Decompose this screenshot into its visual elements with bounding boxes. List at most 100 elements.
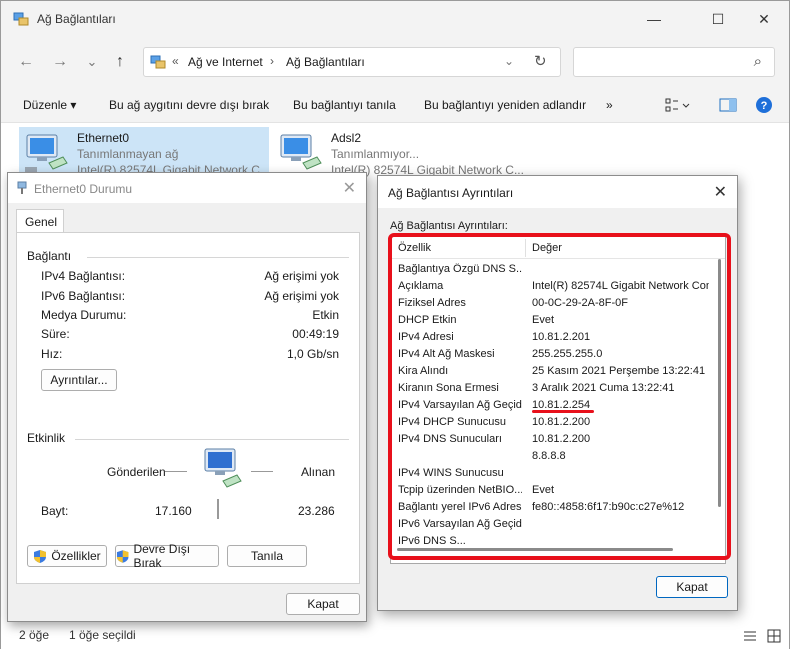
table-row[interactable]: 8.8.8.8 [391, 449, 709, 466]
network-adapter-icon [25, 134, 68, 173]
details-list-label: Ağ Bağlantısı Ayrıntıları: [390, 220, 508, 232]
property-cell: IPv4 DHCP Sunucusu [398, 416, 507, 428]
bytes-sent-value: 17.160 [155, 504, 192, 518]
back-arrow-icon[interactable]: ← [15, 51, 37, 73]
value-cell: 00-0C-29-2A-8F-0F [532, 297, 628, 309]
help-icon[interactable]: ? [755, 96, 773, 114]
forward-arrow-icon[interactable]: → [49, 51, 71, 73]
value-cell: 10.81.2.200 [532, 433, 591, 445]
details-list[interactable]: Özellik Değer Bağlantıya Özgü DNS S... Aç… [390, 236, 726, 564]
dropdown-chevron-icon[interactable]: ⌄ [504, 54, 514, 68]
table-row[interactable]: IPv4 DHCP Sunucusu 10.81.2.200 [391, 415, 709, 432]
table-row[interactable]: Bağlantıya Özgü DNS S... [391, 262, 709, 279]
value-cell: 25 Kasım 2021 Perşembe 13:22:41 [532, 365, 706, 377]
close-button[interactable]: ✕ [741, 5, 787, 33]
property-cell: IPv4 Adresi [398, 331, 454, 343]
status-bar: 2 öğe 1 öğe seçildi [1, 623, 789, 649]
search-icon[interactable]: ⌕ [754, 53, 762, 70]
property-cell: IPv4 WINS Sunucusu [398, 467, 504, 479]
duration-value: 00:49:19 [292, 327, 339, 341]
speed-value: 1,0 Gb/sn [286, 347, 339, 361]
property-cell: Bağlantı yerel IPv6 Adresi [398, 501, 522, 513]
tab-general[interactable]: Genel [16, 209, 64, 233]
close-icon[interactable]: ✕ [714, 182, 727, 202]
media-state-label: Medya Durumu: [41, 308, 127, 322]
value-cell: 3 Aralık 2021 Cuma 13:22:41 [532, 382, 675, 394]
media-state-value: Etkin [312, 308, 339, 322]
close-status-button[interactable]: Kapat [286, 593, 360, 615]
properties-button[interactable]: Özellikler [27, 545, 107, 567]
duration-label: Süre: [41, 327, 70, 341]
close-details-button[interactable]: Kapat [656, 576, 728, 598]
table-row[interactable]: IPv4 Alt Ağ Maskesi 255.255.255.0 [391, 347, 709, 364]
list-header: Özellik Değer [391, 237, 725, 259]
diagnose-button[interactable]: Tanıla [227, 545, 307, 567]
property-cell: Tcpip üzerinden NetBIO... [398, 484, 522, 496]
breadcrumb-network-connections[interactable]: Ağ Bağlantıları [286, 55, 365, 69]
disable-device-button[interactable]: Bu ağ aygıtını devre dışı bırak [109, 98, 269, 112]
connection-group-label: Bağlantı [27, 249, 72, 263]
view-options-icon[interactable] [665, 97, 691, 113]
table-row[interactable]: Kira Alındı 25 Kasım 2021 Perşembe 13:22:… [391, 364, 709, 381]
rename-connection-button[interactable]: Bu bağlantıyı yeniden adlandır [424, 98, 586, 112]
network-status-icon [17, 181, 27, 194]
value-cell: 10.81.2.201 [532, 331, 591, 343]
breadcrumb-network-internet[interactable]: Ağ ve Internet [188, 55, 263, 69]
address-bar[interactable]: « Ağ ve Internet › Ağ Bağlantıları ⌄ ↻ [143, 47, 561, 77]
column-header-value[interactable]: Değer [532, 242, 562, 254]
property-cell: Fiziksel Adres [398, 297, 466, 309]
table-row[interactable]: Bağlantı yerel IPv6 Adresi fe80::4858:6f1… [391, 500, 709, 517]
property-cell: Kira Alındı [398, 365, 449, 377]
item-count: 2 öğe [19, 628, 50, 642]
details-view-icon[interactable] [743, 629, 757, 643]
table-row[interactable]: Tcpip üzerinden NetBIO... Evet [391, 483, 709, 500]
column-header-property[interactable]: Özellik [398, 242, 431, 254]
command-bar: Düzenle ▾ Bu ağ aygıtını devre dışı bıra… [1, 87, 789, 123]
divider [87, 257, 349, 258]
table-row[interactable]: IPv4 DNS Sunucuları 10.81.2.200 [391, 432, 709, 449]
table-row[interactable]: Kiranın Sona Ermesi 3 Aralık 2021 Cuma 13… [391, 381, 709, 398]
dialog-title: Ethernet0 Durumu [34, 182, 133, 196]
table-row[interactable]: Fiziksel Adres 00-0C-29-2A-8F-0F [391, 296, 709, 313]
table-row[interactable]: IPv4 Adresi 10.81.2.201 [391, 330, 709, 347]
preview-pane-icon[interactable] [719, 97, 737, 113]
value-cell: 10.81.2.200 [532, 416, 591, 428]
minimize-button[interactable]: — [631, 5, 677, 33]
dialog-title: Ağ Bağlantısı Ayrıntıları [388, 186, 514, 200]
value-cell: fe80::4858:6f17:b90c:c27e%12 [532, 501, 685, 513]
network-activity-icon [204, 448, 242, 488]
chevrons-icon[interactable]: « [172, 54, 179, 68]
disable-button-label: Devre Dışı Bırak [133, 542, 191, 570]
activity-group-label: Etkinlik [27, 431, 66, 445]
horizontal-scrollbar[interactable] [397, 548, 673, 551]
more-commands-button[interactable]: » [606, 98, 613, 112]
property-cell: IPv6 DNS S... [398, 535, 466, 547]
recent-locations-icon[interactable]: ⌄ [81, 51, 103, 73]
value-cell: 255.255.255.0 [532, 348, 603, 360]
details-button[interactable]: Ayrıntılar... [41, 369, 117, 391]
table-row[interactable]: IPv4 WINS Sunucusu [391, 466, 709, 483]
ethernet-status-dialog: Ethernet0 Durumu ✕ Genel Bağlantı IPv4 B… [7, 172, 367, 622]
diagnose-connection-button[interactable]: Bu bağlantıyı tanıla [293, 98, 396, 112]
received-label: Alınan [301, 465, 336, 479]
organize-menu[interactable]: Düzenle ▾ [23, 98, 76, 112]
table-row[interactable]: DHCP Etkin Evet [391, 313, 709, 330]
refresh-icon[interactable]: ↻ [534, 52, 547, 70]
sent-label: Gönderilen [107, 465, 166, 479]
connection-details-dialog: Ağ Bağlantısı Ayrıntıları ✕ Ağ Bağlantıs… [377, 175, 738, 611]
disable-button[interactable]: Devre Dışı Bırak [115, 542, 219, 570]
large-icons-view-icon[interactable] [767, 629, 781, 643]
ipv4-connection-label: IPv4 Bağlantısı: [41, 269, 126, 283]
dialog-title-bar: Ethernet0 Durumu ✕ [8, 173, 366, 203]
ipv6-connection-label: IPv6 Bağlantısı: [41, 289, 126, 303]
table-row[interactable]: IPv6 Varsayılan Ağ Geçidi [391, 517, 709, 534]
table-row[interactable]: Açıklama Intel(R) 82574L Gigabit Network … [391, 279, 709, 296]
vertical-scrollbar[interactable] [718, 259, 721, 507]
column-divider[interactable] [525, 239, 526, 257]
up-arrow-icon[interactable]: ↑ [109, 51, 131, 73]
maximize-button[interactable]: ☐ [695, 5, 741, 33]
search-input[interactable]: ⌕ [573, 47, 775, 77]
gateway-underline [532, 410, 594, 413]
close-icon[interactable]: ✕ [343, 178, 356, 198]
title-bar: Ağ Bağlantıları — ☐ ✕ [1, 1, 789, 37]
